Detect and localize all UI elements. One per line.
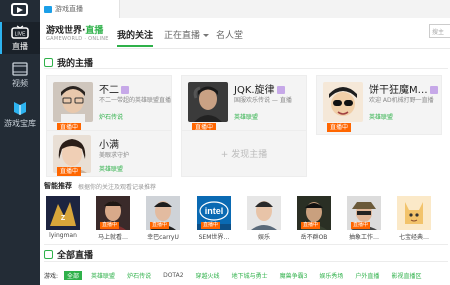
recommend-description: 根据你的关注及观看记录推荐 bbox=[78, 184, 157, 191]
room-title: 欢迎 AD机械打野一直播 bbox=[369, 97, 434, 104]
tab-live-icon bbox=[44, 5, 52, 13]
nav-hall-of-fame[interactable]: 名人堂 bbox=[216, 28, 243, 41]
rail-item-game-library[interactable]: 游戏宝库 bbox=[0, 100, 40, 134]
rail-label-video: 视频 bbox=[12, 79, 28, 88]
anchor-card[interactable]: 直播中 小满 美眼求守护 英雄联盟 bbox=[46, 130, 172, 177]
live-tv-icon: LIVE bbox=[11, 25, 29, 39]
anchor-section-icon bbox=[44, 58, 53, 67]
game-category: 炉石传说 bbox=[99, 114, 124, 121]
anchor-card[interactable]: 直播中 JQK.旋律 国服欢乐传说 — 直播 英雄联盟 bbox=[181, 75, 307, 135]
tab-title: 游戏直播 bbox=[55, 5, 83, 13]
divider bbox=[44, 244, 448, 245]
discover-anchor-button[interactable]: + 发现主播 bbox=[181, 130, 307, 177]
filter-chip[interactable]: DOTA2 bbox=[160, 272, 186, 279]
brand-accent: 直播 bbox=[85, 26, 104, 36]
left-rail: LIVE 直播 视频 游戏宝库 bbox=[0, 0, 40, 285]
divider bbox=[44, 261, 448, 262]
nav-live-label: 正在直播 bbox=[164, 31, 201, 41]
tab-game-live[interactable]: 游戏直播 bbox=[40, 0, 120, 18]
verified-icon bbox=[276, 86, 285, 94]
anchor-name: JQK.旋律 bbox=[234, 81, 285, 96]
filter-chip[interactable]: 英雄联盟 bbox=[88, 271, 118, 280]
anchor-name: 饼干狂魔M… bbox=[369, 81, 438, 96]
anchor-name: 不二 bbox=[99, 81, 129, 96]
app-window: LIVE 直播 视频 游戏宝库 游戏直播 游戏世界·直播 GAMEWORLD ·… bbox=[0, 0, 450, 285]
header: 游戏世界·直播 GAMEWORLD · ONLINE 我的关注 正在直播 名人堂… bbox=[40, 18, 450, 49]
recommend-name: 岳不群OB bbox=[300, 234, 328, 241]
avatar bbox=[188, 82, 228, 122]
filter-chip[interactable]: 魔兽争霸3 bbox=[277, 271, 311, 280]
brand-subtitle: GAMEWORLD · ONLINE bbox=[46, 36, 109, 42]
filter-chip[interactable]: 户外直播 bbox=[352, 271, 382, 280]
filter-chip[interactable]: 穿越火线 bbox=[193, 271, 223, 280]
live-badge: 直播中 bbox=[100, 222, 120, 229]
game-filter-bar: 游戏: 全部 英雄联盟 炉石传说 DOTA2 穿越火线 地下城与勇士 魔兽争霸3… bbox=[44, 269, 450, 281]
verified-icon bbox=[121, 86, 129, 94]
anchor-card[interactable]: 直播中 饼干狂魔M… 欢迎 AD机械打野一直播 英雄联盟 bbox=[316, 75, 442, 135]
live-badge: 直播中 bbox=[201, 222, 221, 229]
all-live-section-icon bbox=[44, 250, 53, 259]
filter-label: 游戏: bbox=[44, 272, 59, 280]
rail-label-live: 直播 bbox=[12, 42, 28, 51]
recommend-thumbnail: Z bbox=[46, 196, 80, 230]
rail-label-game-library: 游戏宝库 bbox=[4, 119, 36, 128]
live-badge: 直播中 bbox=[57, 167, 82, 176]
video-icon bbox=[12, 62, 28, 76]
anchor-card[interactable]: 直播中 不二 不二一带超的英雄联盟直播 炉石传说 bbox=[46, 75, 172, 135]
svg-text:LIVE: LIVE bbox=[15, 32, 27, 38]
live-badge: 直播中 bbox=[150, 222, 170, 229]
avatar bbox=[53, 82, 93, 122]
filter-chip-all[interactable]: 全部 bbox=[64, 270, 83, 280]
tab-strip: 游戏直播 bbox=[40, 0, 450, 19]
recommend-name: 抽象工作… bbox=[348, 234, 379, 241]
recommend-name: 娱乐 bbox=[257, 234, 270, 241]
live-badge: 直播中 bbox=[301, 222, 321, 229]
recommend-title: 智能推荐 bbox=[44, 182, 72, 190]
divider bbox=[44, 68, 448, 69]
verified-icon bbox=[429, 86, 438, 94]
recommend-name: SEM世界… bbox=[198, 234, 230, 241]
game-category: 英雄联盟 bbox=[369, 114, 394, 121]
recommend-name: 七宝经典… bbox=[398, 234, 429, 241]
filter-chip[interactable]: 影视直播区 bbox=[388, 271, 424, 280]
filter-chip[interactable]: 地下城与勇士 bbox=[229, 271, 271, 280]
game-category: 英雄联盟 bbox=[99, 166, 124, 173]
rail-item-video[interactable]: 视频 bbox=[0, 62, 40, 92]
recommend-name: 幸巴carryU bbox=[147, 234, 179, 241]
recommend-thumbnail bbox=[247, 196, 281, 230]
game-library-icon bbox=[14, 102, 26, 115]
recommend-name: 马上就看… bbox=[97, 234, 128, 241]
search-input[interactable]: 搜主 bbox=[429, 24, 450, 38]
app-logo-icon[interactable] bbox=[11, 3, 28, 16]
avatar bbox=[323, 82, 363, 122]
recommend-thumbnail bbox=[397, 196, 431, 230]
brand-main: 游戏世界· bbox=[46, 26, 86, 36]
room-title: 美眼求守护 bbox=[99, 152, 130, 159]
room-title: 国服欢乐传说 — 直播 bbox=[234, 97, 292, 104]
room-title: 不二一带超的英雄联盟直播 bbox=[99, 97, 171, 104]
svg-text:Z: Z bbox=[61, 215, 66, 222]
brand-logo[interactable]: 游戏世界·直播 GAMEWORLD · ONLINE bbox=[46, 23, 109, 42]
filter-chip[interactable]: 娱乐秀场 bbox=[316, 271, 346, 280]
anchor-name: 小满 bbox=[99, 140, 119, 151]
live-badge: 直播中 bbox=[351, 222, 371, 229]
rail-item-live[interactable]: LIVE 直播 bbox=[0, 22, 40, 54]
live-badge: 直播中 bbox=[327, 123, 352, 132]
nav-my-follow[interactable]: 我的关注 bbox=[117, 28, 154, 47]
section-all-live-title: 全部直播 bbox=[57, 251, 94, 261]
game-category: 英雄联盟 bbox=[234, 114, 259, 121]
recommend-name: lyingman bbox=[49, 232, 77, 239]
filter-chip[interactable]: 炉石传说 bbox=[124, 271, 154, 280]
section-all-live: 全部直播 bbox=[44, 248, 93, 261]
chevron-down-icon bbox=[203, 34, 210, 37]
svg-text:intel: intel bbox=[205, 206, 224, 216]
nav-live-now[interactable]: 正在直播 bbox=[164, 28, 210, 41]
